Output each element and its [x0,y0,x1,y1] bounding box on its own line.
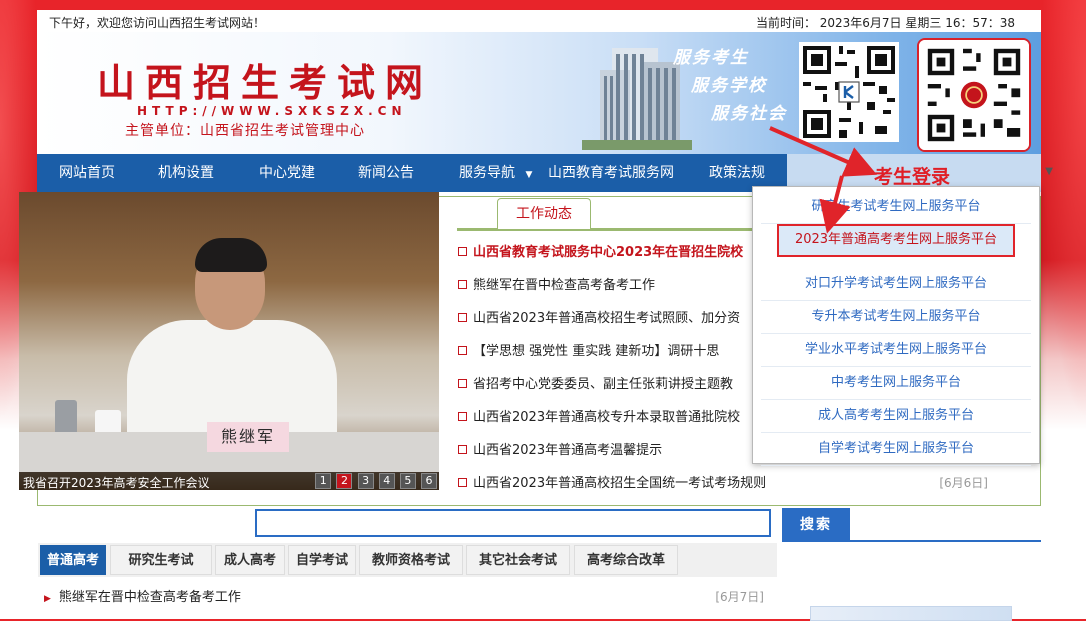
speaker-hair [195,238,267,272]
menu-item-2023-gaokao[interactable]: 2023年普通高考考生网上服务平台 [777,224,1015,257]
slogan-3: 服务社会 [711,104,787,124]
pager-button-1[interactable]: 1 [315,473,332,489]
slogan-2: 服务学校 [691,76,767,96]
nav-service-guide-label: 服务导航 [459,165,515,181]
greeting-text: 下午好，欢迎您访问山西招生考试网站！ [49,16,266,30]
bullet-icon [458,313,467,322]
bullet-icon [458,478,467,487]
triangle-right-icon: ▶ [44,594,51,604]
pager-button-3[interactable]: 3 [357,473,374,489]
menu-item-proficiency-test[interactable]: 学业水平考试考生网上服务平台 [761,334,1031,367]
news-list: 山西省教育考试服务中心2023年在晋招生院校 熊继军在晋中检查高考备考工作 山西… [458,236,748,467]
nav-home[interactable]: 网站首页 [59,154,115,192]
pager-button-4[interactable]: 4 [378,473,395,489]
tab-work-updates[interactable]: 工作动态 [497,198,591,229]
news-date: [6月6日] [939,476,988,490]
search-button[interactable]: 搜索 [782,508,850,540]
tab-graduate-exam[interactable]: 研究生考试 [110,545,212,575]
menu-item-vocational-exam[interactable]: 对口升学考试考生网上服务平台 [761,268,1031,301]
chevron-down-icon: ▼ [1045,166,1053,177]
site-url: HTTP://WWW.SXKSZX.CN [137,104,407,118]
list-item[interactable]: 【学思想 强党性 重实践 建新功】调研十思 [458,335,748,368]
slideshow-pager: 1 2 3 4 5 6 [314,473,437,489]
list-item[interactable]: 山西省教育考试服务中心2023年在晋招生院校 [458,236,748,269]
nav-party-building[interactable]: 中心党建 [259,154,315,192]
bullet-icon [458,379,467,388]
bullet-icon [458,247,467,256]
list-item[interactable]: 熊继军在晋中检查高考备考工作 [458,269,748,302]
menu-item-upgrade-exam[interactable]: 专升本考试考生网上服务平台 [761,301,1031,334]
exam-category-tabs: 普通高考 研究生考试 成人高考 自学考试 教师资格考试 其它社会考试 高考综合改… [38,543,777,577]
menu-item-graduate-exam[interactable]: 研究生考试考生网上服务平台 [761,191,1031,224]
bullet-icon [458,280,467,289]
menu-item-self-study-exam[interactable]: 自学考试考生网上服务平台 [761,433,1031,466]
site-department: 主管单位：山西省招生考试管理中心 [125,123,365,139]
divider [782,540,1041,542]
slideshow-caption[interactable]: 我省召开2023年高考安全工作会议 [23,474,210,491]
news-title: 山西省2023年普通高校招生全国统一考试考场规则 [473,476,767,491]
pager-button-5[interactable]: 5 [399,473,416,489]
bullet-icon [458,346,467,355]
candidate-login-dropdown: 研究生考试考生网上服务平台 2023年普通高考考生网上服务平台 对口升学考试考生… [752,186,1040,466]
candidate-login-label: 考生登录 [874,166,951,188]
tab-self-study-exam[interactable]: 自学考试 [288,545,356,575]
nav-organization[interactable]: 机构设置 [158,154,214,192]
list-item[interactable]: 山西省2023年普通高校招生考试照顾、加分资 [458,302,748,335]
nav-news[interactable]: 新闻公告 [358,154,414,192]
qr-code-wechat [799,42,899,142]
tab-adult-exam[interactable]: 成人高考 [215,545,285,575]
bullet-icon [458,412,467,421]
header-banner: 山西招生考试网 HTTP://WWW.SXKSZX.CN 主管单位：山西省招生考… [37,32,1041,154]
menu-item-adult-exam[interactable]: 成人高考考生网上服务平台 [761,400,1031,433]
news-slideshow[interactable]: 熊继军 [19,192,439,490]
menu-item-zhongkao[interactable]: 中考考生网上服务平台 [761,367,1031,400]
tab-gaokao-reform[interactable]: 高考综合改革 [574,545,678,575]
tab-other-exams[interactable]: 其它社会考试 [466,545,570,575]
chevron-down-icon: ▼ [525,170,533,180]
bullet-icon [458,445,467,454]
list-item[interactable]: 山西省2023年普通高校专升本录取普通批院校 [458,401,748,434]
tab-gaokao[interactable]: 普通高考 [40,545,106,575]
current-time: 当前时间： 2023年6月7日 星期三 16：57：38 [755,16,1015,30]
pager-button-6[interactable]: 6 [421,473,437,489]
nav-service-guide[interactable]: 服务导航 ▼ [459,154,532,192]
list-item[interactable]: 山西省2023年普通高校招生全国统一考试考场规则 [6月6日] [458,467,988,500]
slogans: 服务考生 服务学校 服务社会 [665,44,787,128]
main-nav: 网站首页 机构设置 中心党建 新闻公告 服务导航 ▼ 山西教育考试服务网 政策法… [37,154,787,192]
news-date: [6月7日] [715,590,764,604]
slideshow-caption-bar: 我省召开2023年高考安全工作会议 1 2 3 4 5 6 [19,472,439,490]
pager-button-2[interactable]: 2 [336,473,353,489]
list-item[interactable]: 山西省2023年普通高考温馨提示 [458,434,748,467]
list-item[interactable]: 省招考中心党委委员、副主任张莉讲授主题教 [458,368,748,401]
nameplate: 熊继军 [207,422,289,452]
top-info-bar: 下午好，欢迎您访问山西招生考试网站！ 当前时间： 2023年6月7日 星期三 1… [37,10,1041,32]
tab-teacher-qualification[interactable]: 教师资格考试 [359,545,463,575]
background-decoration-right [1040,0,1086,420]
news-title: 熊继军在晋中检查高考备考工作 [58,590,241,605]
list-item[interactable]: ▶ 熊继军在晋中检查高考备考工作 [6月7日] [44,586,768,606]
site-title: 山西招生考试网 [97,60,434,105]
nav-exam-service-site[interactable]: 山西教育考试服务网 [548,154,674,192]
slogan-1: 服务考生 [673,48,749,68]
search-input[interactable] [255,509,771,537]
qr-code-app [917,38,1031,152]
